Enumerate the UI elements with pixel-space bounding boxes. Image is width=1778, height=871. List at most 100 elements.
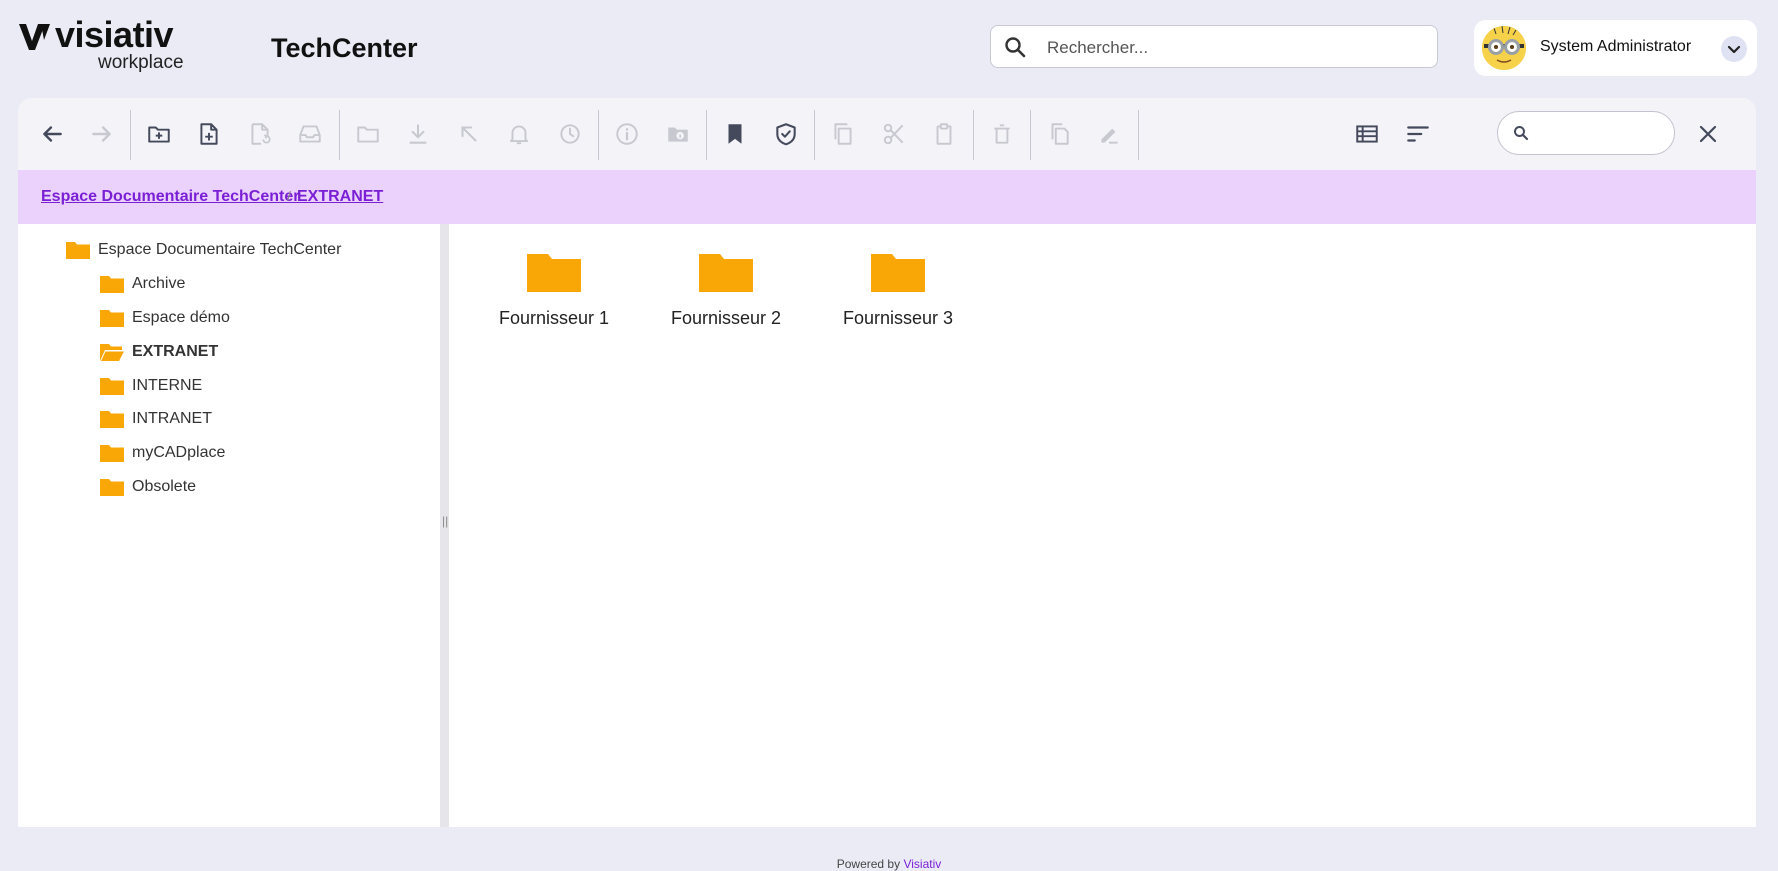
folder-open-icon (100, 344, 124, 361)
archive-tray-icon (299, 125, 321, 143)
new-document-button[interactable] (189, 114, 229, 154)
toolbar-separator (598, 110, 599, 160)
move-up-button[interactable] (449, 114, 489, 154)
folder-icon (100, 445, 124, 462)
forward-button[interactable] (82, 114, 122, 154)
edit-icon (1101, 128, 1118, 144)
folder-outline-icon (357, 126, 379, 143)
explorer-panel: Espace Documentaire TechCenter / EXTRANE… (18, 98, 1756, 846)
archive-button[interactable] (290, 114, 330, 154)
tree-node-archive[interactable]: Archive (100, 272, 185, 296)
rename-button[interactable] (1089, 114, 1129, 154)
new-document-icon (200, 123, 218, 145)
breadcrumb-separator: / (287, 188, 291, 204)
folder-info-button[interactable] (658, 114, 698, 154)
folder-icon (871, 254, 925, 292)
brand-sub: workplace (98, 52, 184, 73)
back-button[interactable] (32, 114, 72, 154)
delete-icon (994, 124, 1010, 144)
notify-button[interactable] (499, 114, 539, 154)
folder-tree: Espace Documentaire TechCenter Archive E… (18, 224, 440, 827)
pane-splitter[interactable]: || (440, 224, 449, 827)
footer-link[interactable]: Visiativ (903, 857, 941, 871)
folder-icon (527, 254, 581, 292)
close-button[interactable] (1688, 114, 1728, 154)
shield-check-icon (776, 123, 796, 146)
footer-prefix: Powered by (836, 857, 901, 871)
toolbar-separator (1030, 110, 1031, 160)
tree-node-label: Archive (132, 275, 186, 292)
history-icon (560, 124, 580, 144)
folder-icon (100, 411, 124, 428)
folder-tile[interactable]: Fournisseur 1 (479, 254, 629, 344)
tree-node-interne[interactable]: INTERNE (100, 374, 202, 398)
tree-node-label: INTRANET (132, 410, 212, 427)
tree-node-mycadplace[interactable]: myCADplace (100, 441, 225, 465)
folder-tile[interactable]: Fournisseur 2 (651, 254, 801, 344)
folder-tile-label: Fournisseur 3 (842, 308, 954, 328)
folder-tile-label: Fournisseur 1 (498, 308, 610, 328)
tree-node-label: Espace Documentaire TechCenter (98, 241, 342, 258)
copy-button[interactable] (823, 114, 863, 154)
tree-node-obsolete[interactable]: Obsolete (100, 475, 196, 499)
list-view-icon (1356, 125, 1378, 143)
folder-content: Fournisseur 1 Fournisseur 2 Fournisseur … (449, 224, 1756, 827)
toolbar-separator (339, 110, 340, 160)
toolbar-separator (1138, 110, 1139, 160)
avatar (1482, 26, 1526, 70)
replace-document-button[interactable] (240, 114, 280, 154)
tree-node-root[interactable]: Espace Documentaire TechCenter (66, 238, 341, 262)
chevron-down-icon (1727, 45, 1741, 54)
folder-icon (699, 254, 753, 292)
breadcrumb: Espace Documentaire TechCenter / EXTRANE… (18, 170, 1756, 224)
user-menu-toggle[interactable] (1721, 36, 1747, 62)
list-view-button[interactable] (1347, 114, 1387, 154)
panel-footer (18, 827, 1756, 846)
tree-node-label: Obsolete (132, 478, 197, 495)
breadcrumb-item-root[interactable]: Espace Documentaire TechCenter (41, 188, 299, 206)
new-folder-button[interactable] (139, 114, 179, 154)
breadcrumb-item-extranet[interactable]: EXTRANET (297, 188, 383, 206)
sort-button[interactable] (1398, 114, 1438, 154)
toolbar-separator (706, 110, 707, 160)
tree-node-espace-demo[interactable]: Espace démo (100, 306, 230, 330)
tree-node-label: EXTRANET (132, 343, 219, 360)
filter-input[interactable] (1540, 122, 1664, 146)
download-icon (409, 124, 427, 144)
search-input[interactable] (1045, 34, 1429, 62)
paste-button[interactable] (924, 114, 964, 154)
global-search[interactable] (990, 25, 1438, 68)
search-icon (1514, 126, 1529, 141)
info-icon (616, 123, 638, 145)
tree-node-extranet[interactable]: EXTRANET (100, 340, 218, 364)
cut-button[interactable] (874, 114, 914, 154)
sort-icon (1407, 126, 1429, 142)
folder-icon (100, 378, 124, 395)
permissions-button[interactable] (766, 114, 806, 154)
cut-icon (883, 123, 904, 145)
folder-info-icon (668, 127, 688, 142)
toolbar-separator (130, 110, 131, 160)
bookmark-button[interactable] (715, 114, 755, 154)
info-button[interactable] (607, 114, 647, 154)
user-name: System Administrator (1540, 38, 1692, 55)
tree-node-label: myCADplace (132, 444, 226, 461)
toolbar (18, 98, 1756, 170)
move-up-icon (461, 126, 477, 142)
download-button[interactable] (398, 114, 438, 154)
app-title: TechCenter (271, 33, 418, 63)
open-folder-button[interactable] (348, 114, 388, 154)
copy-icon (834, 123, 852, 145)
close-icon (1699, 125, 1717, 143)
user-menu[interactable]: System Administrator (1474, 20, 1757, 76)
history-button[interactable] (550, 114, 590, 154)
visiativ-logo[interactable]: visiativ workplace (17, 14, 187, 74)
replace-document-icon (251, 123, 271, 145)
duplicate-button[interactable] (1039, 114, 1079, 154)
paste-icon (936, 123, 952, 145)
tree-node-intranet[interactable]: INTRANET (100, 407, 212, 431)
splitter-grip-icon: || (442, 514, 449, 528)
folder-tile[interactable]: Fournisseur 3 (823, 254, 973, 344)
delete-button[interactable] (982, 114, 1022, 154)
filter-box[interactable] (1497, 111, 1675, 155)
